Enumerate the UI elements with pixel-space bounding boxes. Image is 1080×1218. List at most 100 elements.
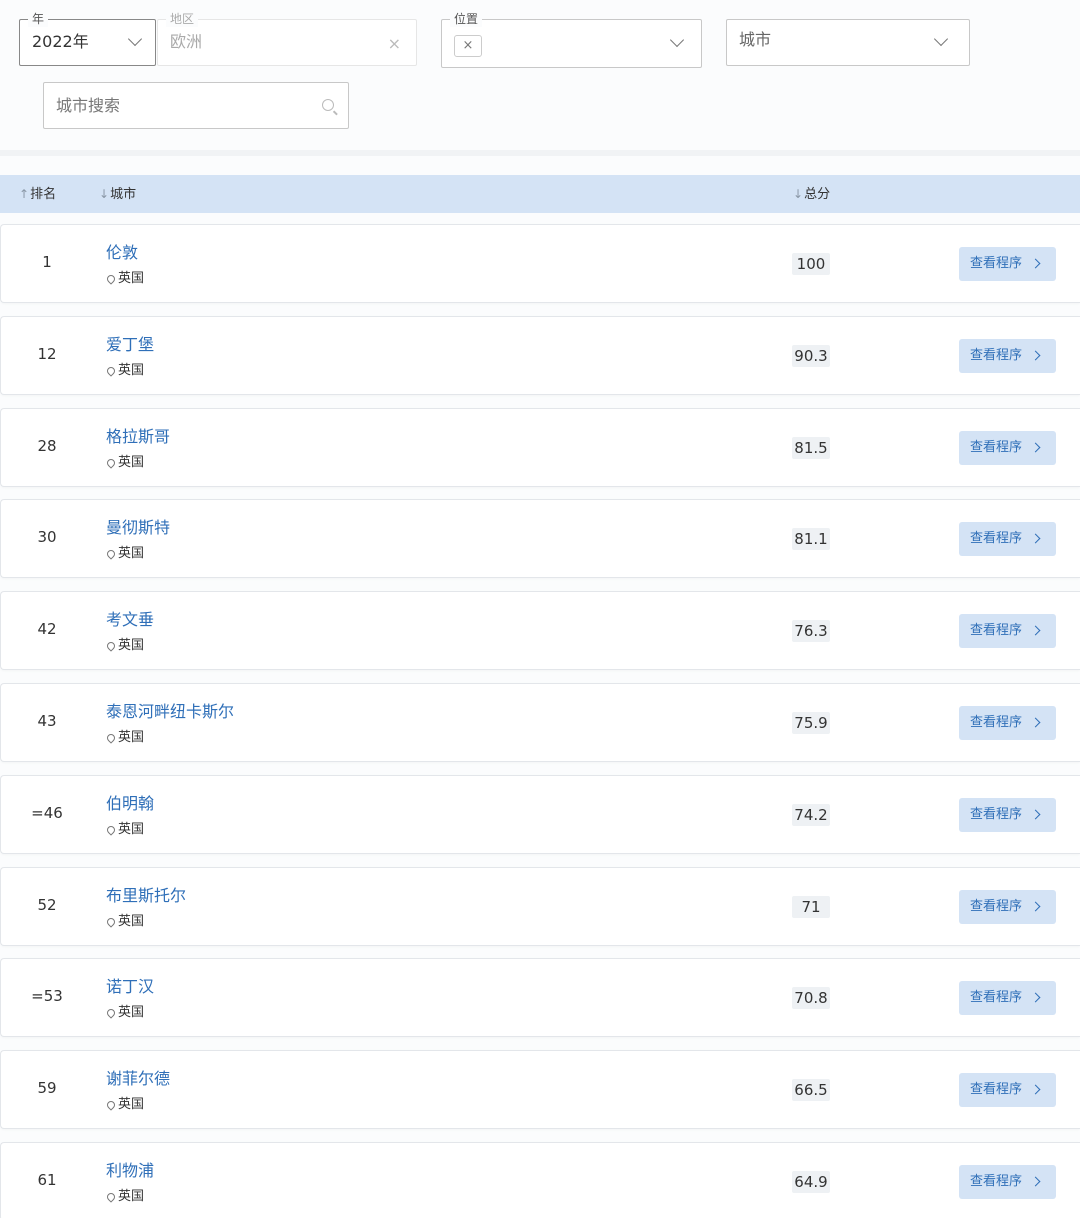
score-badge: 76.3 <box>792 620 830 643</box>
location-label: 英国 <box>105 362 144 380</box>
location-label: 英国 <box>105 1188 145 1206</box>
city-link[interactable]: 伯明翰 <box>106 793 154 815</box>
region-select-legend: 地区 <box>166 11 199 27</box>
view-programs-button[interactable]: 查看程序 <box>959 1073 1056 1108</box>
chevron-right-icon <box>1030 809 1041 820</box>
view-programs-button[interactable]: 查看程序 <box>959 981 1056 1016</box>
city-select[interactable]: 城市 <box>726 19 970 66</box>
chevron-right-icon <box>1030 625 1041 636</box>
sort-rank-header[interactable]: ↑排名 <box>19 185 56 204</box>
rank-value: 42 <box>37 620 57 639</box>
view-programs-button[interactable]: 查看程序 <box>959 614 1056 649</box>
chevron-right-icon <box>1030 258 1041 269</box>
view-programs-label: 查看程序 <box>970 990 1023 1006</box>
score-badge: 66.5 <box>792 1079 830 1102</box>
view-programs-button[interactable]: 查看程序 <box>959 797 1056 832</box>
location-pin-icon <box>105 1099 117 1111</box>
sort-score-header[interactable]: ↓总分 <box>793 185 830 204</box>
rank-value: 30 <box>37 528 57 547</box>
score-badge: 74.2 <box>792 803 830 826</box>
view-programs-button[interactable]: 查看程序 <box>959 247 1056 281</box>
table-row: =53 诺丁汉 英国 70.8 查看程序 <box>0 958 1080 1038</box>
score-header-label: 总分 <box>804 187 831 202</box>
chevron-right-icon <box>1030 350 1041 361</box>
chevron-down-icon[interactable] <box>669 32 685 48</box>
chevron-right-icon <box>1030 717 1041 728</box>
view-programs-button[interactable]: 查看程序 <box>959 889 1056 924</box>
view-programs-label: 查看程序 <box>970 715 1023 730</box>
view-programs-button[interactable]: 查看程序 <box>959 338 1056 373</box>
location-label: 英国 <box>105 913 144 931</box>
location-pin-icon <box>105 640 117 652</box>
table-row: 59 谢菲尔德英国 66.5 查看程序 <box>0 1050 1080 1130</box>
score-badge: 71 <box>792 895 830 918</box>
city-link[interactable]: 泰恩河畔纽卡斯尔 <box>106 701 234 723</box>
city-link[interactable]: 布里斯托尔 <box>106 885 186 907</box>
rank-value: 43 <box>37 712 57 730</box>
clear-icon[interactable]: × <box>388 36 401 52</box>
location-pin-icon <box>105 824 117 836</box>
city-link[interactable]: 考文垂 <box>106 609 154 631</box>
table-header: ↑排名 ↓城市 ↓总分 <box>0 175 1080 213</box>
region-select[interactable]: 地区 欧洲 × <box>157 11 417 66</box>
view-programs-button[interactable]: 查看程序 <box>959 706 1056 740</box>
location-select[interactable]: 位置 × <box>441 11 702 68</box>
chevron-right-icon <box>1030 1084 1041 1095</box>
chevron-down-icon[interactable] <box>933 31 949 47</box>
city-link[interactable]: 利物浦 <box>106 1160 154 1182</box>
table-row: 28 格拉斯哥 英国 81.5 查看程序 <box>0 407 1080 487</box>
city-link[interactable]: 谢菲尔德 <box>106 1068 170 1090</box>
chevron-right-icon <box>1030 533 1041 544</box>
location-pin-icon <box>105 915 117 928</box>
view-programs-button[interactable]: 查看程序 <box>959 522 1056 557</box>
location-label: 英国 <box>105 1096 145 1114</box>
score-badge: 64.9 <box>792 1171 830 1193</box>
table-row: 30 曼彻斯特英国 81.1 查看程序 <box>0 499 1080 579</box>
region-select-value: 欧洲 <box>170 32 203 51</box>
filter-panel: 年 2022年 地区 欧洲 × 位置 × 城市 城市搜索 <box>0 0 1080 150</box>
location-label: 英国 <box>105 729 144 747</box>
rank-value: 59 <box>37 1079 57 1098</box>
table-row: 12 爱丁堡英国 90.3 查看程序 <box>0 315 1080 395</box>
location-label: 英国 <box>105 821 144 839</box>
city-search-input[interactable]: 城市搜索 <box>43 82 349 129</box>
score-badge: 81.5 <box>792 436 830 459</box>
view-programs-button[interactable]: 查看程序 <box>959 1165 1056 1199</box>
sort-city-header[interactable]: ↓城市 <box>99 185 136 204</box>
location-pin-icon <box>105 1007 117 1020</box>
view-programs-label: 查看程序 <box>970 1082 1023 1098</box>
view-programs-button[interactable]: 查看程序 <box>959 430 1056 465</box>
rank-value: 12 <box>37 344 57 363</box>
country-label: 英国 <box>118 1097 145 1113</box>
location-pin-icon <box>105 365 117 377</box>
location-pin-icon <box>105 548 117 561</box>
country-label: 英国 <box>118 1005 145 1021</box>
city-link[interactable]: 伦敦 <box>106 242 138 264</box>
location-label: 英国 <box>105 545 145 563</box>
rank-value: =46 <box>31 803 63 822</box>
country-label: 英国 <box>118 1189 145 1204</box>
chevron-down-icon[interactable] <box>127 31 143 47</box>
score-badge: 70.8 <box>792 987 830 1010</box>
country-label: 英国 <box>118 546 145 562</box>
city-link[interactable]: 格拉斯哥 <box>106 426 170 448</box>
chevron-right-icon <box>1030 992 1041 1003</box>
view-programs-label: 查看程序 <box>970 1174 1023 1189</box>
country-label: 英国 <box>118 271 145 286</box>
city-header-label: 城市 <box>110 187 137 202</box>
location-chip-remove-icon[interactable]: × <box>454 35 482 57</box>
city-link[interactable]: 曼彻斯特 <box>106 517 170 539</box>
table-row: 43 泰恩河畔纽卡斯尔英国 75.9 查看程序 <box>0 683 1080 762</box>
view-programs-label: 查看程序 <box>970 806 1023 822</box>
score-badge: 81.1 <box>792 528 830 551</box>
score-badge: 90.3 <box>792 344 830 367</box>
year-select[interactable]: 年 2022年 <box>19 11 156 66</box>
score-badge: 75.9 <box>792 712 830 734</box>
location-pin-icon <box>105 732 117 744</box>
search-icon[interactable] <box>322 99 334 111</box>
location-label: 英国 <box>105 637 144 655</box>
city-link[interactable]: 爱丁堡 <box>106 334 154 356</box>
city-link[interactable]: 诺丁汉 <box>106 976 154 998</box>
sort-down-arrow-icon: ↓ <box>99 187 110 201</box>
rank-value: 52 <box>37 895 57 914</box>
